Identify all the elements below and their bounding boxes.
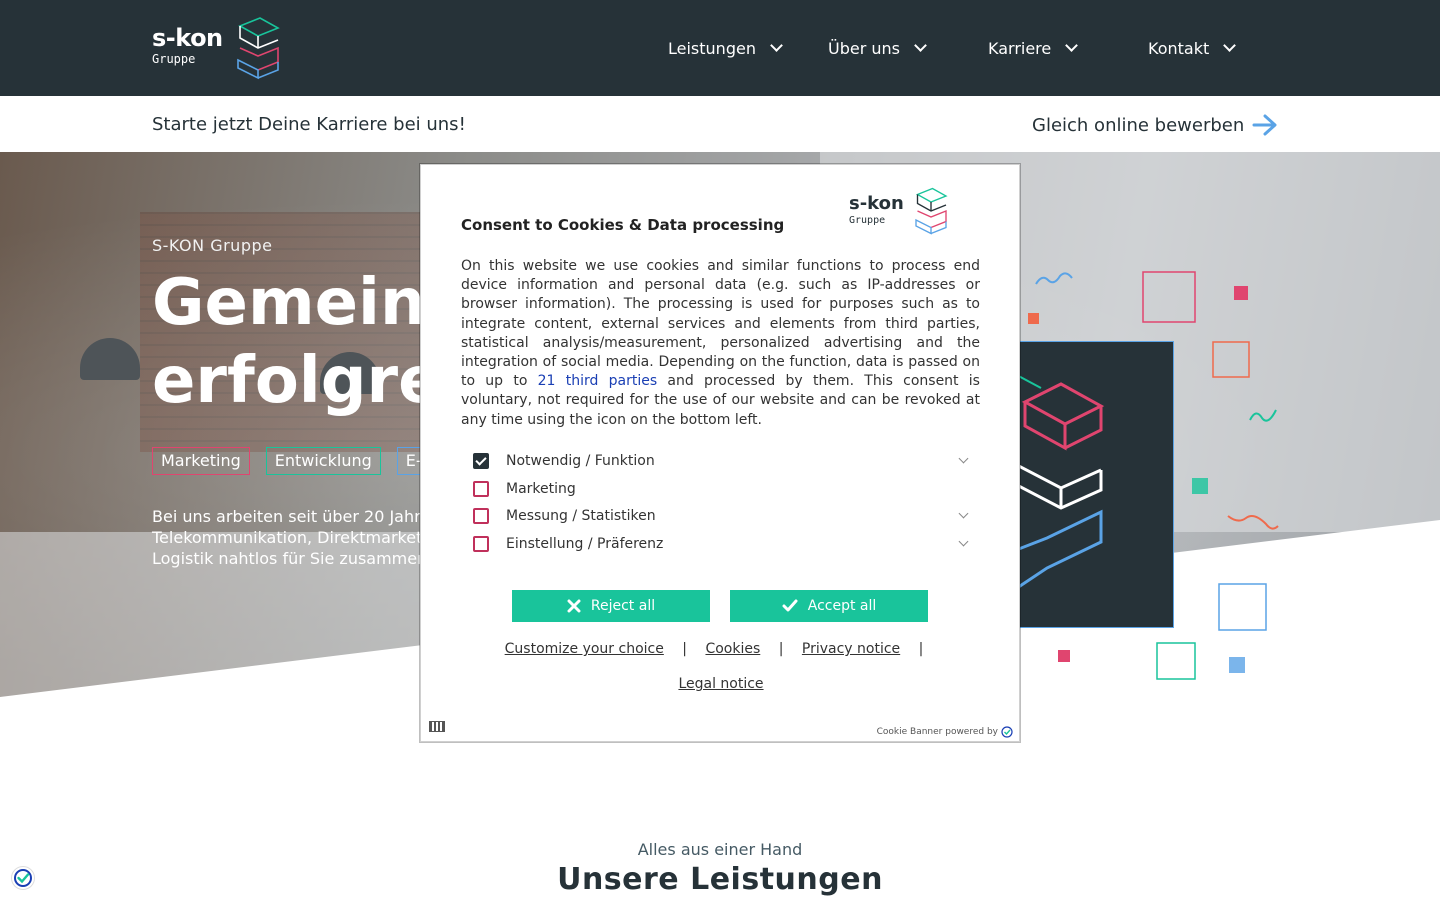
chevron-down-icon[interactable] [958,453,969,464]
consent-links: Customize your choice | Cookies | Privac… [421,641,1021,657]
checkbox-unchecked[interactable] [473,481,489,497]
powered-by-text: Cookie Banner powered by [876,727,998,737]
consent-logo-wordmark: s-kon [849,193,904,214]
hero-title-line: Gemein [152,266,426,340]
cookies-link[interactable]: Cookies [705,641,760,657]
tag-entwicklung[interactable]: Entwicklung [265,447,381,475]
logo-s-mark-icon [915,187,948,235]
checkmark-icon [782,599,798,612]
consent-shield-icon [14,869,32,887]
consent-description-text: On this website we use cookies and simil… [461,258,980,390]
consent-logo-subtitle: Gruppe [849,215,886,226]
nav-item-ueber-uns[interactable]: Über uns [828,36,927,60]
third-parties-link[interactable]: 21 third parties [538,373,657,389]
hero-eyebrow: S-KON Gruppe [152,236,273,255]
chevron-down-icon [914,39,927,52]
apply-online-link[interactable]: Gleich online bewerben [1032,114,1278,136]
logo-s-mark-icon [237,17,280,80]
top-navigation-bar: s-kon Gruppe Leistungen Über uns Karrier… [0,0,1440,96]
chevron-down-icon [770,39,783,52]
career-banner: Starte jetzt Deine Karriere bei uns! Gle… [0,96,1440,152]
checkbox-unchecked[interactable] [473,536,489,552]
close-icon [567,599,581,613]
skon-logo[interactable]: s-kon Gruppe [152,16,282,80]
logo-subtitle: Gruppe [152,52,196,66]
link-separator: | [918,641,924,657]
nav-label: Kontakt [1148,38,1210,58]
nav-item-kontakt[interactable]: Kontakt [1148,36,1237,60]
hero-confetti-decorations [1028,271,1279,680]
consent-option-messung[interactable]: Messung / Statistiken [473,505,973,527]
link-separator: | [778,641,784,657]
privacy-notice-link[interactable]: Privacy notice [802,641,900,657]
reject-all-button[interactable]: Reject all [512,590,710,622]
consent-option-einstellung[interactable]: Einstellung / Präferenz [473,533,973,555]
section-eyebrow: Alles aus einer Hand [637,840,803,859]
checkbox-unchecked[interactable] [473,508,489,524]
consent-option-label: Notwendig / Funktion [506,453,655,469]
consent-logo: s-kon Gruppe [849,183,959,237]
section-title: Unsere Leistungen [557,862,883,897]
consent-description: On this website we use cookies and simil… [461,257,980,430]
apply-online-label: Gleich online bewerben [1032,114,1245,136]
chevron-down-icon[interactable] [958,508,969,519]
link-separator: | [682,641,688,657]
language-flag-icon[interactable] [429,721,445,732]
logo-wordmark: s-kon [152,24,223,52]
tag-marketing[interactable]: Marketing [152,447,250,475]
nav-item-karriere[interactable]: Karriere [988,36,1079,60]
consent-option-label: Einstellung / Präferenz [506,536,664,552]
legal-notice-link[interactable]: Legal notice [421,676,1021,692]
hero-title: Gemein erfolgre [152,264,442,420]
consent-shield-icon [1001,726,1013,738]
career-banner-text: Starte jetzt Deine Karriere bei uns! [152,114,466,135]
checkbox-checked[interactable] [473,453,489,469]
hero-tag-list: Marketing Entwicklung E- [152,447,431,475]
cookie-settings-revoke-button[interactable] [11,866,35,890]
customize-choice-link[interactable]: Customize your choice [505,641,664,657]
nav-label: Über uns [828,38,900,58]
chevron-down-icon [1065,39,1079,52]
consent-option-marketing[interactable]: Marketing [473,478,973,500]
powered-by: Cookie Banner powered by [877,726,1013,738]
accept-all-label: Accept all [807,598,877,614]
chevron-down-icon[interactable] [958,536,969,547]
cookie-consent-dialog: s-kon Gruppe Consent to Cookies & Data p… [420,164,1020,742]
consent-option-label: Messung / Statistiken [506,508,656,524]
hero-title-line: erfolgre [152,344,442,418]
nav-label: Leistungen [668,38,756,58]
arrow-right-icon [1252,114,1277,136]
reject-all-label: Reject all [590,598,656,614]
nav-label: Karriere [988,38,1052,58]
accept-all-button[interactable]: Accept all [730,590,928,622]
consent-option-notwendig[interactable]: Notwendig / Funktion [473,450,973,472]
consent-option-label: Marketing [506,481,576,497]
chevron-down-icon [1223,39,1237,52]
nav-item-leistungen[interactable]: Leistungen [668,36,783,60]
consent-title: Consent to Cookies & Data processing [461,216,785,234]
